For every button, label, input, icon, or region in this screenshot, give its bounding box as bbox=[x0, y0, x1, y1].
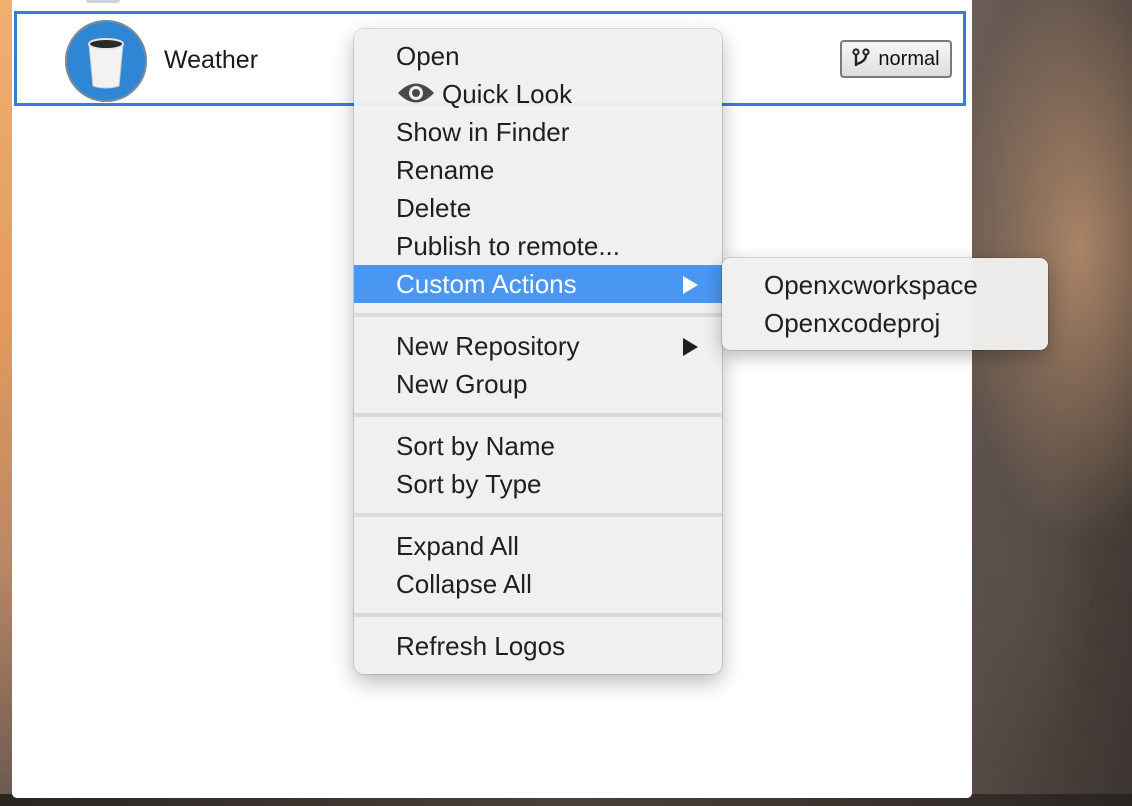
menu-separator bbox=[354, 613, 722, 617]
menu-item-label: Delete bbox=[396, 193, 472, 223]
menu-item-refresh-logos[interactable]: Refresh Logos bbox=[354, 627, 722, 665]
custom-actions-submenu: Openxcworkspace Openxcodeproj bbox=[722, 258, 1048, 350]
menu-item-new-group[interactable]: New Group bbox=[354, 365, 722, 403]
branch-icon bbox=[852, 48, 871, 70]
submenu-item-openxcworkspace[interactable]: Openxcworkspace bbox=[722, 266, 1048, 304]
submenu-arrow-icon bbox=[683, 276, 698, 294]
menu-separator bbox=[354, 413, 722, 417]
context-menu: Open Quick Look Show in Finder Rename Delete… bbox=[354, 29, 722, 674]
branch-badge[interactable]: normal bbox=[840, 40, 952, 78]
menu-item-label: Sort by Type bbox=[396, 469, 542, 499]
repository-name: Weather bbox=[164, 46, 259, 74]
menu-item-collapse-all[interactable]: Collapse All bbox=[354, 565, 722, 603]
menu-item-quick-look[interactable]: Quick Look bbox=[354, 75, 722, 113]
menu-item-publish-to-remote[interactable]: Publish to remote... bbox=[354, 227, 722, 265]
submenu-arrow-icon bbox=[683, 338, 698, 356]
menu-item-label: Show in Finder bbox=[396, 117, 570, 147]
menu-item-new-repository[interactable]: New Repository bbox=[354, 327, 722, 365]
branch-name: normal bbox=[878, 47, 940, 70]
menu-item-label: Quick Look bbox=[442, 79, 573, 109]
menu-item-label: Expand All bbox=[396, 531, 519, 561]
menu-item-label: Custom Actions bbox=[396, 269, 577, 299]
menu-item-label: Open bbox=[396, 41, 460, 71]
menu-separator bbox=[354, 313, 722, 317]
menu-item-label: New Repository bbox=[396, 331, 580, 361]
menu-item-sort-by-name[interactable]: Sort by Name bbox=[354, 427, 722, 465]
menu-item-label: Refresh Logos bbox=[396, 631, 566, 661]
menu-item-label: New Group bbox=[396, 369, 528, 399]
menu-separator bbox=[354, 513, 722, 517]
menu-item-rename[interactable]: Rename bbox=[354, 151, 722, 189]
screen: Weather normal Open Quick Look Show in Fin… bbox=[0, 0, 1132, 806]
menu-item-custom-actions[interactable]: Custom Actions bbox=[354, 265, 722, 303]
menu-item-label: Collapse All bbox=[396, 569, 532, 599]
submenu-item-openxcodeproj[interactable]: Openxcodeproj bbox=[722, 304, 1048, 342]
menu-item-label: Sort by Name bbox=[396, 431, 555, 461]
menu-item-expand-all[interactable]: Expand All bbox=[354, 527, 722, 565]
menu-item-label: Publish to remote... bbox=[396, 231, 620, 261]
menu-item-delete[interactable]: Delete bbox=[354, 189, 722, 227]
previous-row-avatar-edge bbox=[86, 0, 120, 3]
menu-item-sort-by-type[interactable]: Sort by Type bbox=[354, 465, 722, 503]
menu-item-open[interactable]: Open bbox=[354, 37, 722, 75]
menu-item-label: Rename bbox=[396, 155, 495, 185]
bucket-icon bbox=[65, 20, 147, 102]
eye-icon bbox=[396, 78, 436, 104]
menu-item-show-in-finder[interactable]: Show in Finder bbox=[354, 113, 722, 151]
